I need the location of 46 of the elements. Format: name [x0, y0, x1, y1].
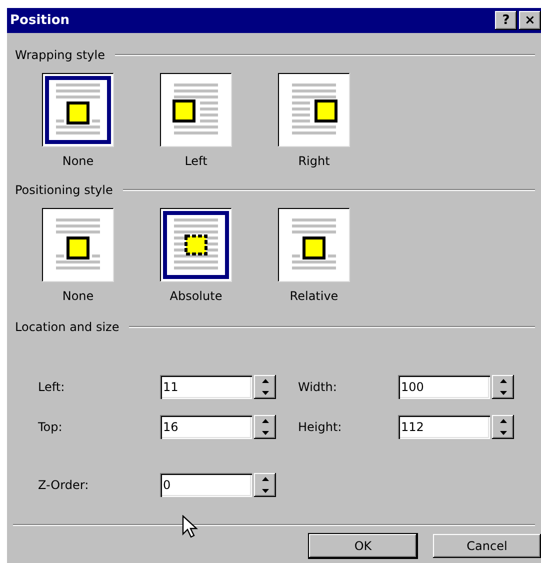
up-arrow-icon	[262, 419, 268, 423]
down-arrow-icon	[262, 489, 268, 493]
down-arrow-icon	[262, 391, 268, 395]
spin-buttons[interactable]	[254, 415, 276, 439]
ok-button[interactable]: OK	[309, 534, 417, 558]
layout-option-icon[interactable]	[42, 73, 114, 147]
cancel-button[interactable]: Cancel	[433, 534, 541, 558]
layout-option-icon[interactable]	[278, 73, 350, 147]
option-label[interactable]: Relative	[290, 289, 338, 303]
close-button[interactable]: ×	[519, 11, 541, 30]
spin-buttons[interactable]	[492, 415, 514, 439]
number-field[interactable]: 112	[398, 415, 490, 439]
section-title: Wrapping style	[15, 48, 105, 62]
field-label: Z-Order:	[38, 478, 90, 492]
field-label: Left:	[38, 380, 66, 394]
spin-buttons[interactable]	[492, 375, 514, 399]
option-label[interactable]: Right	[298, 154, 330, 168]
mouse-pointer-icon	[182, 515, 198, 539]
spin-buttons[interactable]	[254, 473, 276, 497]
option-label[interactable]: Left	[184, 154, 208, 168]
section-title: Positioning style	[15, 183, 113, 197]
window-title: Position	[10, 13, 70, 28]
spin-buttons[interactable]	[254, 375, 276, 399]
layout-option-icon[interactable]	[160, 208, 232, 282]
layout-option-icon[interactable]	[160, 73, 232, 147]
number-field[interactable]: 16	[160, 415, 252, 439]
up-arrow-icon	[500, 379, 506, 383]
down-arrow-icon	[500, 431, 506, 435]
layout-option-icon[interactable]	[278, 208, 350, 282]
down-arrow-icon	[500, 391, 506, 395]
option-label[interactable]: Absolute	[170, 289, 222, 303]
option-label[interactable]: None	[62, 289, 94, 303]
field-label: Height:	[298, 420, 343, 434]
option-label[interactable]: None	[62, 154, 94, 168]
help-button[interactable]: ?	[495, 11, 517, 30]
number-field[interactable]: 0	[160, 473, 252, 497]
up-arrow-icon	[262, 477, 268, 481]
up-arrow-icon	[262, 379, 268, 383]
field-label: Width:	[298, 380, 338, 394]
layout-option-icon[interactable]	[42, 208, 114, 282]
number-field[interactable]: 11	[160, 375, 252, 399]
field-label: Top:	[38, 420, 64, 434]
section-title: Location and size	[15, 320, 120, 334]
up-arrow-icon	[500, 419, 506, 423]
number-field[interactable]: 100	[398, 375, 490, 399]
down-arrow-icon	[262, 431, 268, 435]
